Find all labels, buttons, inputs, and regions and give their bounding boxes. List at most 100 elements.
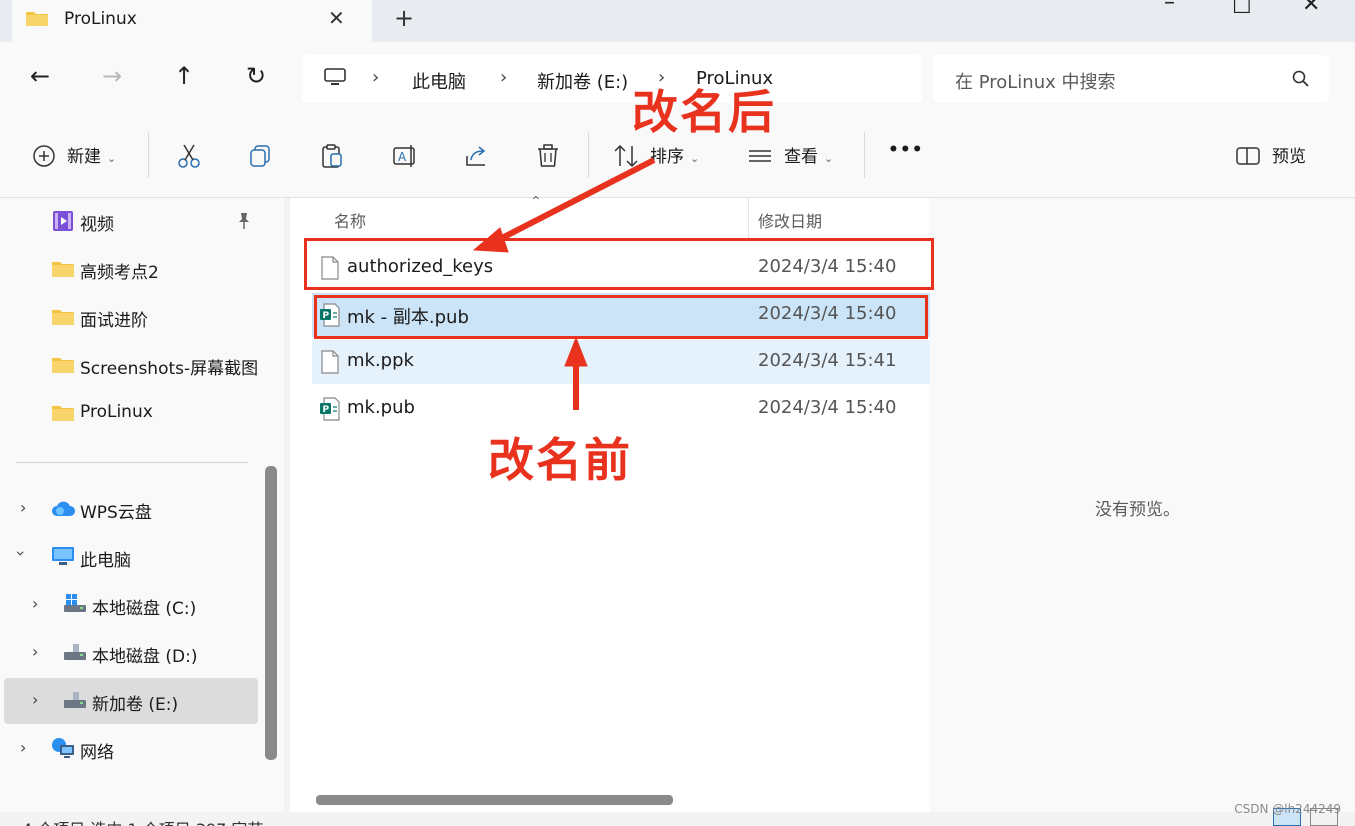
tab-close-icon[interactable]: ✕	[328, 6, 345, 30]
sidebar-item-drive-c[interactable]: › 本地磁盘 (C:)	[0, 582, 262, 628]
column-divider[interactable]	[748, 198, 749, 238]
preview-pane-icon	[1236, 147, 1260, 165]
cloud-icon	[52, 501, 75, 516]
sort-icon	[614, 144, 638, 168]
breadcrumb-drive-e[interactable]: 新加卷 (E:)	[537, 68, 628, 94]
chevron-down-icon[interactable]: ›	[12, 550, 31, 556]
sidebar-item-label: 新加卷 (E:)	[92, 695, 179, 715]
chevron-right-icon[interactable]: ›	[32, 642, 38, 661]
file-name: mk.ppk	[347, 350, 414, 371]
column-header-name[interactable]: 名称	[334, 208, 366, 232]
sidebar-item-label: 此电脑	[80, 551, 131, 571]
sidebar-item-label: 本地磁盘 (C:)	[92, 599, 197, 619]
share-icon[interactable]	[463, 142, 491, 170]
sidebar-item-label: Screenshots-屏幕截图	[80, 359, 259, 379]
delete-icon[interactable]	[534, 142, 562, 170]
sidebar-item-folder-1[interactable]: 高频考点2	[0, 246, 262, 292]
chevron-down-icon: ⌄	[824, 152, 834, 165]
sidebar-item-wps-cloud[interactable]: › WPS云盘	[0, 486, 262, 532]
sidebar-item-label: 视频	[80, 215, 114, 235]
windows-drive-icon	[64, 594, 86, 612]
folder-icon	[52, 358, 74, 373]
table-row[interactable]: mk.ppk 2024/3/4 15:41	[312, 340, 930, 384]
chevron-down-icon: ⌄	[690, 152, 700, 165]
video-folder-icon	[53, 211, 73, 231]
sidebar-item-drive-d[interactable]: › 本地磁盘 (D:)	[0, 630, 262, 676]
sidebar-item-label: 网络	[80, 743, 114, 763]
folder-icon	[52, 262, 74, 277]
folder-icon	[52, 310, 74, 325]
publisher-file-icon: P	[320, 397, 340, 421]
sidebar-divider	[16, 462, 248, 463]
svg-text:A: A	[398, 150, 407, 164]
address-bar[interactable]: › 此电脑 › 新加卷 (E:) › ProLinux	[302, 55, 922, 103]
status-text: 4 个项目 选中 1 个项目 397 字节	[22, 816, 263, 826]
forward-button[interactable]: →	[102, 62, 122, 90]
tab-bar: ProLinux ✕ + – ☐ ✕	[0, 0, 1355, 42]
search-input[interactable]: 在 ProLinux 中搜索	[955, 68, 1116, 94]
network-icon	[52, 738, 74, 758]
sidebar-item-prolinux[interactable]: ProLinux	[0, 390, 262, 436]
sidebar-item-screenshots[interactable]: Screenshots-屏幕截图	[0, 342, 262, 388]
sidebar-item-label: 本地磁盘 (D:)	[92, 647, 198, 667]
tab-prolinux[interactable]: ProLinux ✕	[12, 0, 372, 42]
chevron-right-icon[interactable]: ›	[20, 498, 26, 517]
pin-icon[interactable]	[236, 212, 252, 230]
tab-title: ProLinux	[64, 9, 137, 29]
refresh-button[interactable]: ↻	[246, 62, 266, 90]
new-label: 新建 ⌄	[67, 147, 117, 167]
chevron-right-icon[interactable]: ›	[32, 690, 38, 709]
sidebar-item-videos[interactable]: 视频	[0, 198, 262, 244]
sidebar-item-network[interactable]: › 网络	[0, 726, 262, 772]
blank-file-icon	[321, 350, 339, 374]
sidebar-scrollbar[interactable]	[265, 466, 277, 760]
column-header-modified[interactable]: 修改日期	[758, 208, 822, 232]
maximize-icon[interactable]: ☐	[1232, 0, 1252, 19]
preview-label: 预览	[1272, 147, 1306, 167]
drive-icon	[64, 692, 86, 708]
chevron-right-icon[interactable]: ›	[32, 594, 38, 613]
new-tab-button[interactable]: +	[394, 4, 414, 32]
copy-icon[interactable]	[246, 142, 274, 170]
file-date: 2024/3/4 15:40	[758, 397, 897, 418]
horizontal-scrollbar[interactable]	[316, 795, 673, 805]
computer-icon	[324, 68, 346, 85]
annotation-label-before: 改名前	[488, 433, 632, 487]
folder-icon	[26, 12, 48, 26]
chevron-right-icon[interactable]: ›	[20, 738, 26, 757]
watermark-text: CSDN @lh244249	[1234, 802, 1341, 816]
chevron-down-icon: ⌄	[107, 152, 117, 165]
breadcrumb-this-pc[interactable]: 此电脑	[412, 68, 466, 94]
chevron-right-icon: ›	[500, 67, 508, 88]
search-box[interactable]: 在 ProLinux 中搜索	[933, 55, 1329, 103]
cut-icon[interactable]	[175, 142, 203, 170]
sidebar-item-drive-e[interactable]: › 新加卷 (E:)	[4, 678, 258, 724]
up-button[interactable]: ↑	[174, 62, 194, 90]
drive-icon	[64, 644, 86, 660]
minimize-icon[interactable]: –	[1164, 0, 1175, 15]
computer-icon	[52, 547, 74, 565]
annotation-label-after: 改名后	[632, 85, 776, 139]
sidebar-item-label: 面试进阶	[80, 311, 148, 331]
chevron-right-icon: ›	[372, 67, 380, 88]
annotation-box-after	[304, 238, 934, 290]
view-label: 查看 ⌄	[784, 147, 834, 167]
no-preview-text: 没有预览。	[1095, 500, 1180, 520]
rename-icon[interactable]: A	[391, 142, 419, 170]
close-window-icon[interactable]: ✕	[1302, 0, 1320, 17]
toolbar-divider	[588, 132, 589, 178]
annotation-box-before	[314, 295, 928, 339]
more-options-button[interactable]: •••	[888, 140, 924, 160]
sidebar-item-label: ProLinux	[80, 402, 153, 422]
toolbar-divider	[148, 132, 149, 178]
sidebar-item-folder-2[interactable]: 面试进阶	[0, 294, 262, 340]
paste-icon[interactable]	[318, 142, 346, 170]
search-icon	[1292, 70, 1309, 87]
sidebar-item-label: WPS云盘	[80, 503, 152, 523]
file-list: ⌃ 名称 修改日期 authorized_keys 2024/3/4 15:40…	[290, 194, 930, 812]
sidebar-item-this-pc[interactable]: › 此电脑	[0, 534, 262, 580]
back-button[interactable]: ←	[30, 62, 50, 90]
svg-text:P: P	[323, 405, 330, 415]
folder-icon	[52, 406, 74, 421]
plus-circle-icon	[33, 145, 55, 167]
